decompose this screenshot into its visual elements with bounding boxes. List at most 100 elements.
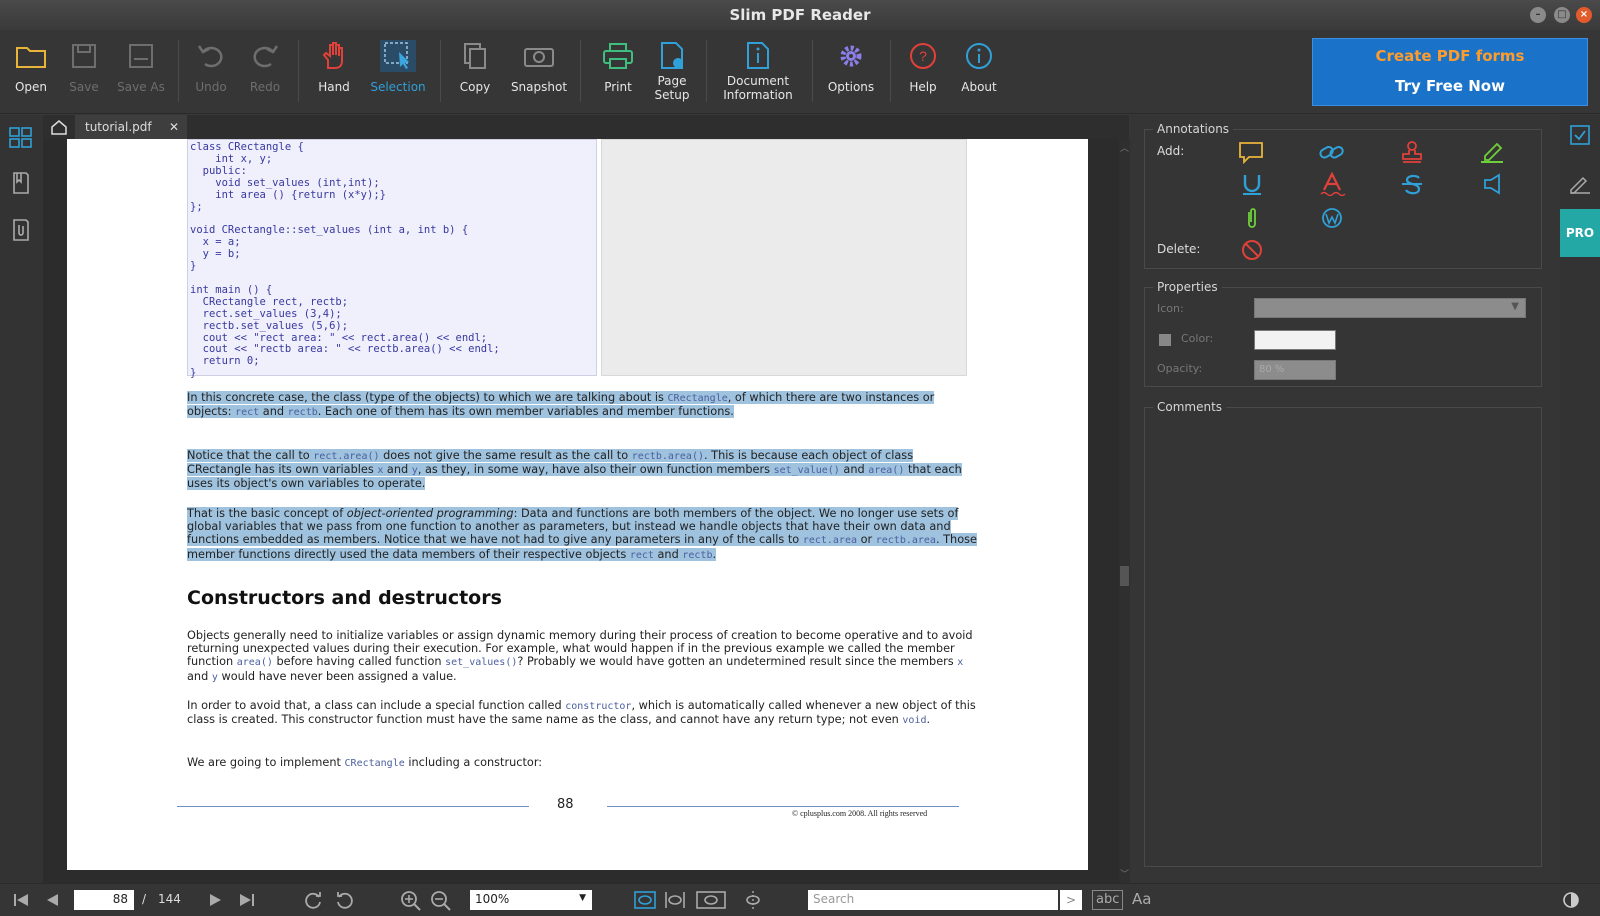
redo-button[interactable]: Redo — [240, 30, 290, 114]
pro-badge[interactable]: PRO — [1560, 209, 1600, 257]
document-information-button[interactable]: Document Information — [712, 30, 804, 114]
view-facing-icon[interactable] — [696, 890, 726, 910]
minimize-icon[interactable]: – — [1530, 7, 1546, 23]
page-total: 144 — [158, 892, 181, 906]
opacity-label: Opacity: — [1157, 362, 1203, 375]
attachments-icon[interactable] — [8, 217, 34, 243]
redo-label: Redo — [249, 80, 281, 94]
page-number-input[interactable]: 88 — [74, 890, 134, 910]
comments-title: Comments — [1153, 400, 1227, 414]
promo-banner[interactable]: Create PDF forms Try Free Now — [1312, 38, 1588, 106]
view-single-icon[interactable] — [634, 890, 656, 910]
thumbnails-icon[interactable] — [8, 125, 34, 151]
help-button[interactable]: ? Help — [898, 30, 948, 114]
properties-title: Properties — [1153, 280, 1222, 294]
undo-icon — [197, 45, 223, 68]
stamp-icon[interactable] — [1397, 140, 1427, 164]
icon-select[interactable]: ▼ — [1254, 298, 1526, 318]
color-label: Color: — [1181, 332, 1214, 345]
about-button[interactable]: About — [952, 30, 1006, 114]
save-button[interactable]: Save — [60, 30, 108, 114]
tab-close-icon[interactable]: ✕ — [169, 115, 179, 139]
tab-bar: tutorial.pdf ✕ — [43, 115, 1129, 139]
search-next-icon[interactable]: > — [1060, 890, 1082, 910]
home-icon[interactable] — [50, 118, 68, 136]
zoom-out-icon[interactable] — [430, 890, 452, 912]
paperclip-icon[interactable] — [1237, 206, 1267, 230]
squiggly-text-icon[interactable] — [1317, 172, 1347, 196]
match-whole-word-toggle[interactable]: abc — [1092, 890, 1124, 910]
paragraph-3: That is the basic concept of object-orie… — [187, 507, 977, 561]
document-view[interactable]: class CRectangle { int x, y; public: voi… — [43, 139, 1119, 883]
copy-label: Copy — [459, 80, 491, 94]
contrast-icon[interactable] — [1562, 891, 1580, 909]
section-heading: Constructors and destructors — [187, 587, 502, 609]
left-sidebar — [0, 115, 43, 883]
zoom-in-icon[interactable] — [400, 890, 422, 912]
save-as-label: Save As — [117, 80, 165, 94]
paragraph-6: We are going to implement CRectangle inc… — [187, 756, 543, 769]
close-icon[interactable]: × — [1576, 7, 1592, 23]
scroll-down-icon[interactable]: ﹀ — [1120, 867, 1129, 880]
options-button[interactable]: Options — [820, 30, 882, 114]
strikethrough-icon[interactable] — [1397, 172, 1427, 196]
vertical-scrollbar[interactable]: ︿ ﹀ — [1119, 139, 1130, 883]
scroll-up-icon[interactable]: ︿ — [1120, 141, 1129, 154]
selection-tool-button[interactable]: Selection — [364, 30, 432, 114]
undo-button[interactable]: Undo — [186, 30, 236, 114]
info-icon — [966, 43, 992, 69]
view-continuous-icon[interactable] — [664, 890, 686, 910]
open-button[interactable]: Open — [6, 30, 56, 114]
bookmarks-icon[interactable] — [8, 170, 34, 196]
undo-label: Undo — [195, 80, 227, 94]
print-button[interactable]: Print — [590, 30, 646, 114]
copy-button[interactable]: Copy — [448, 30, 502, 114]
watermark-icon[interactable] — [1317, 206, 1347, 230]
copy-icon — [464, 43, 486, 69]
paragraph-4: Objects generally need to initialize var… — [187, 629, 973, 683]
next-page-icon[interactable] — [208, 892, 224, 908]
highlight-icon[interactable] — [1477, 140, 1507, 164]
callout-icon[interactable] — [1477, 172, 1507, 196]
first-page-icon[interactable] — [12, 892, 30, 908]
underline-icon[interactable] — [1237, 172, 1267, 196]
footer-rule-left — [177, 806, 529, 807]
rotate-counterclockwise-icon[interactable] — [334, 890, 354, 910]
search-placeholder: Search — [813, 892, 855, 906]
last-page-icon[interactable] — [238, 892, 256, 908]
snapshot-button[interactable]: Snapshot — [506, 30, 572, 114]
link-icon[interactable] — [1317, 140, 1347, 164]
sticky-note-icon[interactable] — [1237, 140, 1267, 164]
pdf-page[interactable]: class CRectangle { int x, y; public: voi… — [67, 139, 1088, 870]
scroll-thumb[interactable] — [1120, 566, 1129, 586]
view-fit-icon[interactable] — [742, 890, 764, 910]
match-case-toggle[interactable]: Aa — [1132, 890, 1151, 908]
paragraph-1: In this concrete case, the class (type o… — [187, 391, 935, 419]
window-title: Slim PDF Reader — [729, 6, 871, 24]
previous-page-icon[interactable] — [44, 892, 60, 908]
zoom-select[interactable]: 100% ▼ — [470, 890, 592, 910]
promo-line-1: Create PDF forms — [1375, 47, 1525, 65]
paragraph-5: In order to avoid that, a class can incl… — [187, 699, 976, 727]
hand-tool-button[interactable]: Hand — [305, 30, 363, 114]
opacity-spinner[interactable]: 80 % — [1254, 360, 1336, 380]
form-check-icon[interactable] — [1568, 123, 1592, 147]
search-input[interactable]: Search — [808, 890, 1058, 910]
about-label: About — [961, 80, 997, 94]
toolbar-separator — [812, 40, 813, 102]
toolbar: Open Save Save As Undo Redo Hand Selecti… — [0, 30, 1600, 114]
page-setup-button[interactable]: Page Setup — [646, 30, 698, 114]
redo-icon — [253, 45, 279, 68]
save-as-button[interactable]: Save As — [112, 30, 170, 114]
color-checkbox[interactable] — [1159, 334, 1171, 346]
tab-label: tutorial.pdf — [85, 120, 152, 134]
doc-info-label-1: Document — [726, 74, 790, 88]
signature-icon[interactable] — [1568, 171, 1592, 195]
rotate-clockwise-icon[interactable] — [304, 890, 324, 910]
page-separator: / — [142, 892, 147, 906]
delete-icon[interactable] — [1237, 238, 1267, 262]
color-swatch[interactable] — [1254, 330, 1336, 350]
tab-tutorial-pdf[interactable]: tutorial.pdf ✕ — [75, 115, 187, 139]
help-label: Help — [909, 80, 937, 94]
maximize-icon[interactable]: □ — [1554, 7, 1570, 23]
